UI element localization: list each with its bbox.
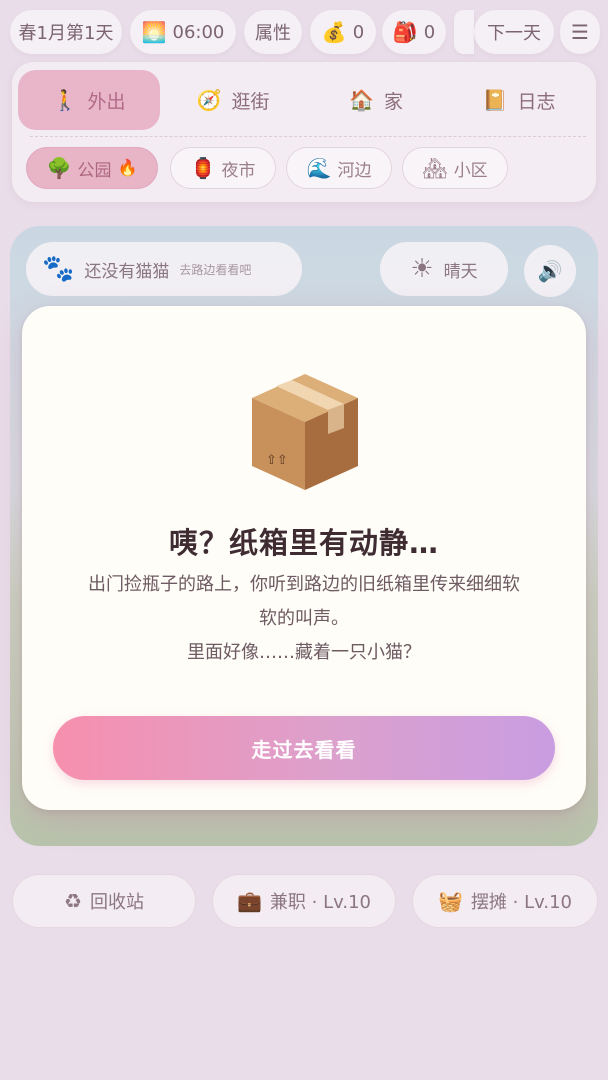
sound-toggle-button[interactable]: 🔊 bbox=[524, 245, 576, 297]
tab-shopping[interactable]: 🧭 逛街 bbox=[162, 70, 304, 130]
sun-icon: ☀ bbox=[410, 254, 434, 284]
lantern-icon: 🏮 bbox=[190, 156, 216, 180]
subtab-label: 小区 bbox=[453, 160, 488, 181]
svg-text:⇧⇧: ⇧⇧ bbox=[266, 453, 288, 468]
hidden-status-chip bbox=[454, 10, 474, 54]
subtab-riverside[interactable]: 🌊 河边 bbox=[286, 147, 392, 189]
cat-status-chip: 🐾 还没有猫猫 去路边看看吧 bbox=[26, 242, 302, 296]
tab-journal[interactable]: 📔 日志 bbox=[448, 70, 590, 130]
houses-icon: 🏘 bbox=[422, 156, 448, 180]
backpack-button[interactable]: 🎒 0 bbox=[382, 10, 446, 54]
notebook-icon: 📔 bbox=[482, 88, 508, 112]
backpack-icon: 🎒 bbox=[392, 20, 418, 44]
go-look-button[interactable]: 走过去看看 bbox=[53, 716, 555, 780]
attributes-label: 属性 bbox=[255, 23, 291, 44]
date-display: 春1月第1天 bbox=[10, 10, 122, 54]
backpack-count: 0 bbox=[423, 21, 436, 43]
compass-icon: 🧭 bbox=[196, 88, 222, 112]
money-display: 💰 0 bbox=[310, 10, 376, 54]
speaker-icon: 🔊 bbox=[537, 259, 563, 283]
tab-divider bbox=[30, 136, 586, 137]
attributes-button[interactable]: 属性 bbox=[244, 10, 302, 54]
cat-hint-label: 去路边看看吧 bbox=[179, 262, 252, 277]
next-day-label: 下一天 bbox=[487, 23, 541, 44]
next-day-button[interactable]: 下一天 bbox=[474, 10, 554, 54]
tab-label: 外出 bbox=[87, 90, 126, 113]
dialog-body: 出门捡瓶子的路上，你听到路边的旧纸箱里传来细细软 软的叫声。 里面好像……藏着一… bbox=[58, 568, 550, 670]
recycle-station-button[interactable]: ♻ 回收站 bbox=[12, 874, 196, 928]
recycle-icon: ♻ bbox=[64, 889, 82, 913]
dialog-body-line: 出门捡瓶子的路上，你听到路边的旧纸箱里传来细细软 bbox=[88, 574, 520, 595]
subtab-label: 河边 bbox=[337, 160, 372, 181]
subtab-label: 夜市 bbox=[221, 160, 256, 181]
wave-icon: 🌊 bbox=[306, 156, 332, 180]
subtab-neighborhood[interactable]: 🏘 小区 bbox=[402, 147, 508, 189]
subtab-park[interactable]: 🌳 公园 🔥 bbox=[26, 147, 158, 189]
sunrise-icon: 🌅 bbox=[141, 20, 167, 44]
tab-label: 家 bbox=[383, 90, 403, 113]
tab-go-out[interactable]: 🚶 外出 bbox=[18, 70, 160, 130]
action-label: 回收站 bbox=[89, 892, 144, 913]
part-time-job-button[interactable]: 💼 兼职 · Lv.10 bbox=[212, 874, 396, 928]
time-label: 06:00 bbox=[172, 21, 225, 43]
subtab-night-market[interactable]: 🏮 夜市 bbox=[170, 147, 276, 189]
date-label: 春1月第1天 bbox=[18, 23, 114, 44]
cat-status-label: 还没有猫猫 bbox=[84, 261, 170, 282]
cardboard-box-icon: ⇧⇧ bbox=[252, 374, 358, 490]
paw-icon: 🐾 bbox=[42, 254, 75, 284]
house-icon: 🏠 bbox=[349, 88, 374, 112]
menu-button[interactable]: ☰ bbox=[560, 10, 600, 54]
dialog-body-line: 软的叫声。 bbox=[259, 608, 349, 629]
briefcase-icon: 💼 bbox=[237, 889, 262, 913]
weather-label: 晴天 bbox=[443, 261, 478, 282]
subtab-label: 公园 bbox=[77, 160, 112, 181]
money-count: 0 bbox=[352, 21, 365, 43]
action-label: 摆摊 · Lv.10 bbox=[470, 892, 572, 913]
money-bag-icon: 💰 bbox=[321, 20, 347, 44]
tree-icon: 🌳 bbox=[46, 156, 72, 180]
dialog-title: 咦？纸箱里有动静… bbox=[168, 526, 439, 560]
weather-chip: ☀ 晴天 bbox=[380, 242, 508, 296]
street-stall-button[interactable]: 🧺 摆摊 · Lv.10 bbox=[412, 874, 598, 928]
tab-label: 日志 bbox=[517, 90, 556, 113]
fire-icon: 🔥 bbox=[117, 158, 138, 177]
dialog-body-line: 里面好像……藏着一只小猫？ bbox=[187, 642, 421, 663]
hamburger-menu-icon: ☰ bbox=[571, 20, 589, 44]
action-label: 兼职 · Lv.10 bbox=[269, 892, 371, 913]
time-display: 🌅 06:00 bbox=[130, 10, 236, 54]
event-dialog: ⇧⇧ 咦？纸箱里有动静… 出门捡瓶子的路上，你听到路边的旧纸箱里传来细细软 软的… bbox=[22, 306, 586, 810]
tab-label: 逛街 bbox=[231, 90, 270, 113]
tab-home[interactable]: 🏠 家 bbox=[305, 70, 447, 130]
basket-icon: 🧺 bbox=[438, 889, 463, 913]
walking-person-icon: 🚶 bbox=[52, 88, 78, 112]
